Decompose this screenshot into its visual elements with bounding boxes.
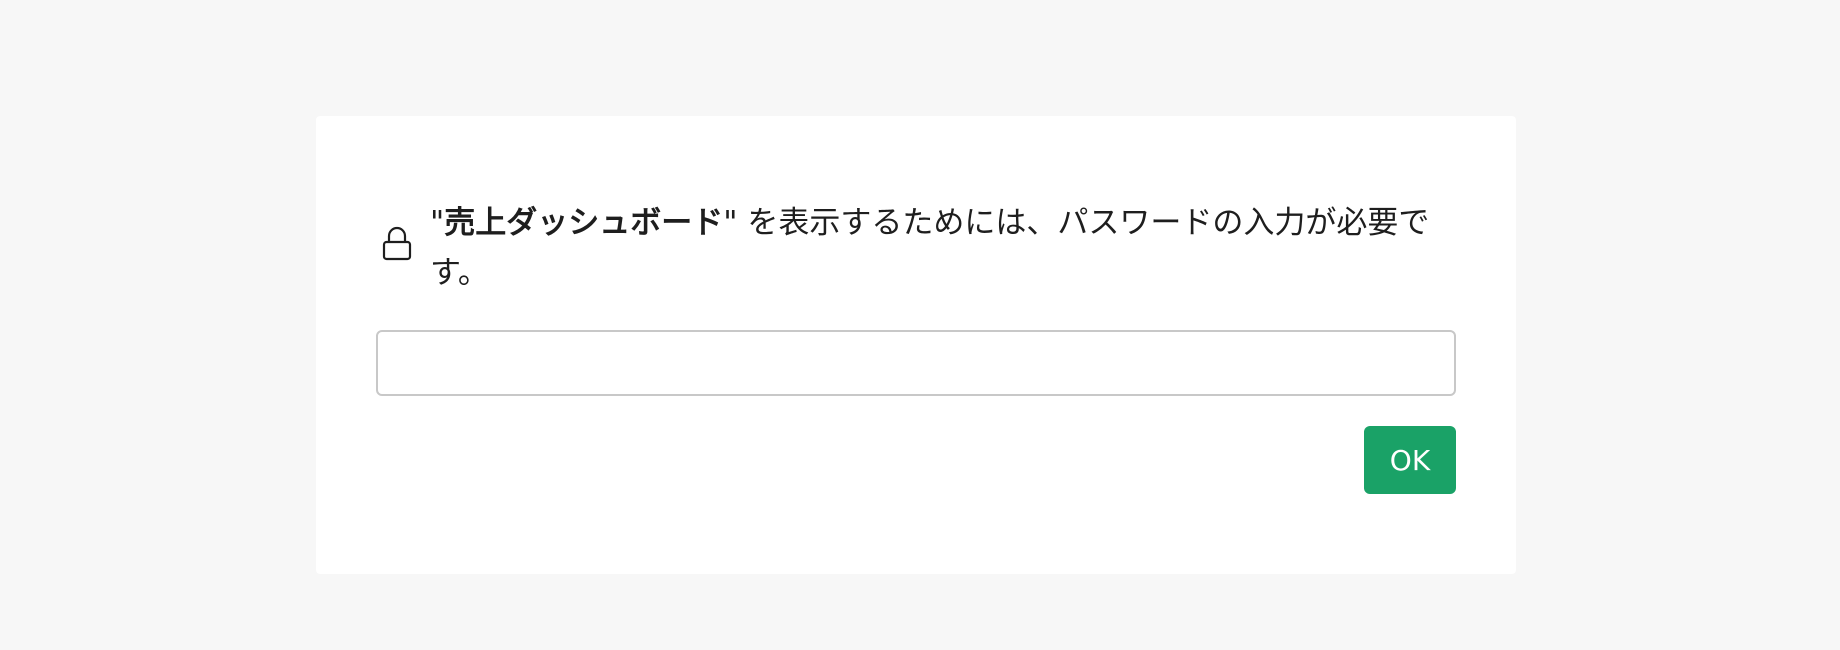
password-dialog: "売上ダッシュボード" を表示するためには、パスワードの入力が必要です。 OK	[316, 116, 1516, 574]
quote-open: "	[430, 205, 445, 241]
ok-button[interactable]: OK	[1364, 426, 1456, 494]
password-input[interactable]	[376, 330, 1456, 396]
dashboard-name: 売上ダッシュボード	[444, 205, 724, 241]
prompt-message: "売上ダッシュボード" を表示するためには、パスワードの入力が必要です。	[430, 198, 1440, 298]
lock-icon	[382, 226, 412, 262]
password-prompt: "売上ダッシュボード" を表示するためには、パスワードの入力が必要です。	[382, 198, 1446, 298]
